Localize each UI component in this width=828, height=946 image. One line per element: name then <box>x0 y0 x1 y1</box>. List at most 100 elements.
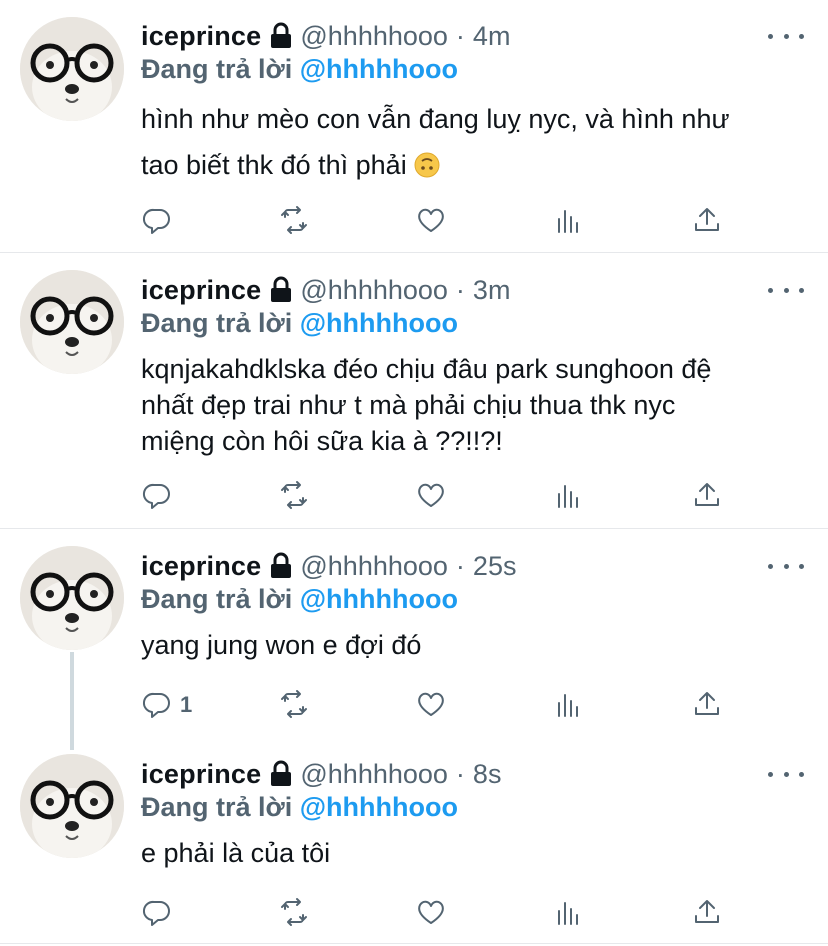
retweet-icon <box>281 898 307 926</box>
reply-mention[interactable]: @hhhhhooo <box>300 308 458 338</box>
avatar[interactable] <box>20 546 124 650</box>
tweet-text-line: tao biết thk đó thì phải <box>141 150 407 180</box>
tweet-divider <box>0 528 828 529</box>
reply-context: Đang trả lời @hhhhhooo <box>141 54 458 85</box>
heart-icon <box>418 208 444 232</box>
tweet-actions: 1 <box>0 684 828 724</box>
timestamp[interactable]: 8s <box>473 759 502 790</box>
reply-prefix: Đang trả lời <box>141 308 293 338</box>
reply-mention[interactable]: @hhhhhooo <box>300 792 458 822</box>
share-icon <box>695 900 719 923</box>
timestamp[interactable]: 4m <box>473 21 511 52</box>
share-icon <box>695 208 719 231</box>
reply-icon <box>143 483 170 509</box>
display-name[interactable]: iceprince <box>141 551 261 582</box>
heart-icon <box>418 692 444 716</box>
share-button[interactable] <box>692 200 732 240</box>
handle[interactable]: @hhhhhooo <box>300 21 448 52</box>
share-icon <box>695 483 719 506</box>
analytics-button[interactable] <box>554 475 594 515</box>
separator-dot: · <box>455 550 465 581</box>
avatar-dog-icon <box>20 754 124 858</box>
like-button[interactable] <box>416 684 456 724</box>
reply-context: Đang trả lời @hhhhhooo <box>141 792 458 823</box>
avatar[interactable] <box>20 17 124 121</box>
like-button[interactable] <box>416 200 456 240</box>
tweet-actions <box>0 892 828 932</box>
reply-icon <box>143 692 170 718</box>
handle[interactable]: @hhhhhooo <box>300 759 448 790</box>
separator-dot: · <box>455 274 465 305</box>
share-button[interactable] <box>692 684 732 724</box>
tweet-text-line: kqnjakahdklska đéo chịu đâu park sunghoo… <box>141 354 712 384</box>
handle[interactable]: @hhhhhooo <box>300 275 448 306</box>
more-icon[interactable] <box>768 767 804 781</box>
analytics-icon <box>558 694 578 717</box>
display-name[interactable]: iceprince <box>141 759 261 790</box>
reply-mention[interactable]: @hhhhhooo <box>300 584 458 614</box>
more-icon[interactable] <box>768 29 804 43</box>
retweet-button[interactable] <box>279 892 319 932</box>
analytics-icon <box>558 210 578 233</box>
handle[interactable]: @hhhhhooo <box>300 551 448 582</box>
display-name[interactable]: iceprince <box>141 275 261 306</box>
lock-icon <box>271 760 292 786</box>
reply-icon <box>143 208 170 234</box>
reply-context: Đang trả lời @hhhhhooo <box>141 308 458 339</box>
analytics-button[interactable] <box>554 684 594 724</box>
analytics-button[interactable] <box>554 892 594 932</box>
tweet-text: e phải là của tôi <box>141 835 806 871</box>
share-icon <box>695 692 719 715</box>
more-icon[interactable] <box>768 559 804 573</box>
timestamp[interactable]: 3m <box>473 275 511 306</box>
lock-icon <box>271 276 292 302</box>
reply-button[interactable] <box>142 475 182 515</box>
separator-dot: · <box>455 758 465 789</box>
reply-mention[interactable]: @hhhhhooo <box>300 54 458 84</box>
reply-button[interactable] <box>142 200 182 240</box>
tweet-actions <box>0 200 828 240</box>
reply-button[interactable] <box>142 684 182 724</box>
timestamp[interactable]: 25s <box>473 551 517 582</box>
retweet-button[interactable] <box>279 684 319 724</box>
tweet-divider <box>0 252 828 253</box>
tweet-header: iceprince @hhhhhooo · 4m <box>141 19 510 53</box>
avatar-dog-icon <box>20 546 124 650</box>
heart-icon <box>418 483 444 507</box>
separator-dot: · <box>455 20 465 51</box>
tweet-divider <box>0 943 828 944</box>
retweet-icon <box>281 690 307 718</box>
reply-context: Đang trả lời @hhhhhooo <box>141 584 458 615</box>
retweet-button[interactable] <box>279 200 319 240</box>
retweet-button[interactable] <box>279 475 319 515</box>
reply-prefix: Đang trả lời <box>141 792 293 822</box>
avatar[interactable] <box>20 754 124 858</box>
reply-prefix: Đang trả lời <box>141 54 293 84</box>
tweet-text-line-with-emoji: tao biết thk đó thì phải <box>141 142 806 188</box>
heart-icon <box>418 900 444 924</box>
more-icon[interactable] <box>768 283 804 297</box>
analytics-icon <box>558 902 578 925</box>
analytics-button[interactable] <box>554 200 594 240</box>
like-button[interactable] <box>416 892 456 932</box>
retweet-icon <box>281 206 307 234</box>
tweet-actions <box>0 475 828 515</box>
upside-down-face-icon <box>414 152 440 178</box>
analytics-icon <box>558 485 578 508</box>
like-button[interactable] <box>416 475 456 515</box>
share-button[interactable] <box>692 892 732 932</box>
reply-count: 1 <box>180 692 193 717</box>
tweet-header: iceprince @hhhhhooo · 3m <box>141 273 510 307</box>
tweet-text: kqnjakahdklska đéo chịu đâu park sunghoo… <box>141 351 806 459</box>
retweet-icon <box>281 481 307 509</box>
tweet-text-line: hình như mèo con vẫn đang luỵ nyc, và hì… <box>141 104 730 134</box>
lock-icon <box>271 552 292 578</box>
avatar[interactable] <box>20 270 124 374</box>
share-button[interactable] <box>692 475 732 515</box>
display-name[interactable]: iceprince <box>141 21 261 52</box>
tweet-header: iceprince @hhhhhooo · 8s <box>141 757 501 791</box>
avatar-dog-icon <box>20 17 124 121</box>
tweet-text: yang jung won e đợi đó <box>141 627 806 663</box>
reply-button[interactable] <box>142 892 182 932</box>
tweet-text-line: nhất đẹp trai như t mà phải chịu thua th… <box>141 390 676 420</box>
